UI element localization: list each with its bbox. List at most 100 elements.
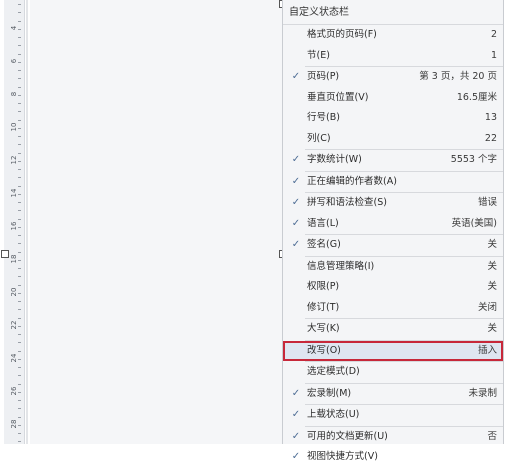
ruler-tick — [18, 210, 21, 212]
check-icon: ✓ — [291, 217, 301, 229]
ruler-tick — [18, 53, 21, 55]
check-icon: ✓ — [291, 154, 301, 165]
ruler-tick — [18, 259, 21, 261]
menu-item-label: 改写(O) — [307, 344, 341, 356]
ruler-tick — [18, 20, 21, 22]
ruler-tick — [18, 37, 21, 38]
ruler-tick — [18, 309, 21, 311]
ruler-tick — [18, 12, 21, 14]
ruler-tick — [18, 78, 21, 80]
ruler-tick — [18, 433, 21, 434]
check-icon: ✓ — [291, 387, 301, 399]
ruler-tick — [18, 424, 21, 426]
ruler-tick — [18, 177, 21, 179]
ruler-tick — [18, 160, 21, 162]
ruler-tick — [18, 375, 21, 377]
menu-item[interactable]: ✓ 签名(G) 关 — [283, 235, 503, 256]
menu-item-value: 16.5厘米 — [456, 91, 497, 103]
menu-item-value: 插入 — [477, 344, 497, 356]
menu-item[interactable]: ✓ 页码(P) 第 3 页，共 20 页 — [283, 67, 503, 88]
ruler-tick — [18, 383, 21, 385]
ruler-tick — [18, 342, 21, 344]
menu-item[interactable]: 信息管理策略(I) 关 — [283, 257, 503, 278]
menu-item[interactable]: 修订(T) 关闭 — [283, 298, 503, 319]
ruler-tick — [18, 268, 21, 269]
check-icon: ✓ — [291, 71, 301, 82]
menu-item[interactable]: ✓ 语言(L) 英语(美国) — [283, 214, 503, 235]
ruler-tick — [18, 367, 21, 368]
menu-item[interactable]: ✓ 正在编辑的作者数(A) — [283, 172, 503, 193]
ruler-tick — [18, 292, 21, 294]
menu-item-label: 可用的文档更新(U) — [307, 430, 388, 442]
menu-item[interactable]: 列(C) 22 — [283, 129, 503, 150]
ruler-tick — [18, 28, 21, 30]
ruler-tick — [18, 103, 21, 104]
menu-item[interactable]: 行号(B) 13 — [283, 108, 503, 129]
menu-item[interactable]: 节(E) 1 — [283, 46, 503, 67]
menu-item-value: 关 — [487, 239, 497, 250]
ruler-tick — [18, 169, 21, 170]
menu-items: 格式页的页码(F) 2 节(E) 1 ✓ 页码(P) 第 3 页，共 20 页垂直页位置(V… — [283, 25, 503, 468]
menu-item[interactable]: 垂直页位置(V) 16.5厘米 — [283, 88, 503, 109]
menu-item-label: 权限(P) — [307, 281, 340, 292]
ruler-tick — [18, 284, 21, 286]
menu-item[interactable]: 权限(P) 关 — [283, 277, 503, 298]
ruler-tick — [18, 416, 21, 418]
ruler-tick — [18, 301, 21, 302]
menu-item-label: 字数统计(W) — [307, 154, 362, 165]
menu-item-value: 第 3 页，共 20 页 — [419, 71, 497, 82]
menu-item[interactable]: ✓ 宏录制(M) 未录制 — [283, 384, 503, 405]
menu-item-label: 信息管理策略(I) — [307, 260, 375, 272]
menu-item-value: 英语(美国) — [451, 217, 497, 229]
ruler-tick — [18, 127, 21, 129]
ruler-tick — [18, 350, 21, 352]
ruler-tick — [18, 61, 21, 63]
right-margin — [504, 0, 509, 444]
menu-item-label: 上载状态(U) — [307, 409, 360, 420]
ruler-tick — [18, 226, 21, 228]
menu-item[interactable]: ✓ 视图快捷方式(V) — [283, 447, 503, 468]
ruler-tick — [18, 152, 21, 154]
ruler-tick — [18, 358, 21, 360]
check-icon: ✓ — [291, 451, 301, 462]
ruler-tick — [18, 251, 21, 253]
menu-item-value: 错误 — [477, 197, 497, 208]
ruler-tick — [18, 70, 21, 71]
menu-item-label: 修订(T) — [307, 301, 340, 313]
menu-item[interactable]: 格式页的页码(F) 2 — [283, 25, 503, 46]
menu-item-label: 格式页的页码(F) — [307, 29, 377, 40]
check-icon: ✓ — [291, 409, 301, 420]
menu-item[interactable]: 大写(K) 关 — [283, 319, 503, 340]
ruler-tick — [18, 94, 21, 96]
menu-item-label: 签名(G) — [307, 239, 341, 250]
menu-item-label: 选定模式(D) — [307, 366, 360, 377]
ruler-tick — [18, 441, 21, 443]
ruler-tick — [18, 119, 21, 121]
customize-status-bar-menu: 自定义状态栏 格式页的页码(F) 2 节(E) 1 ✓ 页码(P) 第 3 页，共 20 页… — [282, 0, 504, 462]
menu-item[interactable]: ✓ 上载状态(U) — [283, 405, 503, 426]
menu-item[interactable]: 改写(O) 插入 — [283, 340, 503, 361]
page-edge — [26, 0, 28, 444]
menu-item-value: 未录制 — [468, 387, 497, 399]
ruler-tick — [18, 408, 21, 410]
check-icon: ✓ — [291, 175, 301, 187]
menu-item-label: 垂直页位置(V) — [307, 91, 369, 103]
menu-item-label: 行号(B) — [307, 112, 340, 123]
ruler-tick — [18, 111, 21, 113]
menu-item-label: 节(E) — [307, 49, 330, 61]
ruler-tick — [18, 202, 21, 203]
ruler-tick — [18, 400, 21, 401]
menu-item-value: 关 — [487, 260, 497, 272]
ruler-tick — [18, 185, 21, 187]
menu-item[interactable]: ✓ 拼写和语法检查(S) 错误 — [283, 193, 503, 214]
ruler-tick — [18, 218, 21, 220]
menu-item[interactable]: ✓ 字数统计(W) 5553 个字 — [283, 150, 503, 171]
menu-item-label: 视图快捷方式(V) — [307, 451, 378, 462]
ruler-tick — [18, 276, 21, 278]
ruler-tick — [18, 243, 21, 245]
menu-item-value: 5553 个字 — [450, 154, 497, 165]
menu-item[interactable]: 选定模式(D) — [283, 362, 503, 383]
resize-handle-left[interactable] — [1, 250, 9, 258]
document-page[interactable] — [30, 0, 282, 444]
menu-item-label: 正在编辑的作者数(A) — [307, 175, 397, 187]
